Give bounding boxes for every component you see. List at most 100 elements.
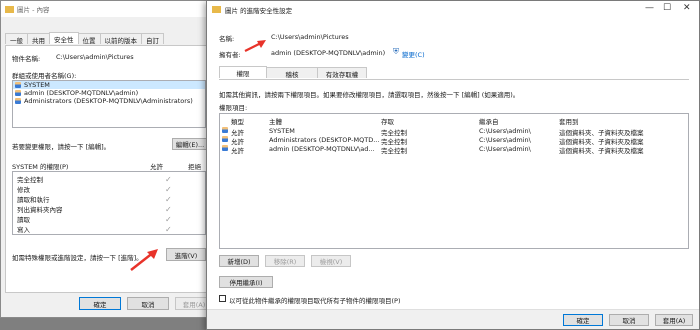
user-icon bbox=[15, 90, 21, 96]
dialog-footer: 確定 取消 套用(A) bbox=[207, 309, 699, 329]
properties-title: 圖片 - 內容 bbox=[17, 6, 50, 14]
col-type[interactable]: 類型 bbox=[231, 116, 244, 126]
col-principal[interactable]: 主體 bbox=[269, 116, 282, 126]
table-row[interactable]: 允許 Administrators (DESKTOP-MQTD... 完全控制 … bbox=[219, 136, 685, 146]
disable-inheritance-button[interactable]: 停用繼承(I) bbox=[219, 276, 273, 288]
table-row[interactable]: 允許 admin (DESKTOP-MQTDNLV\ad... 完全控制 C:\… bbox=[219, 145, 685, 155]
row-applies: 這個資料夾、子資料夾及檔案 bbox=[559, 147, 644, 155]
apply-button[interactable]: 套用(A) bbox=[655, 314, 693, 326]
folder-icon bbox=[5, 5, 14, 13]
advanced-hint: 如需特殊權限或進階設定，請按一下 [進階]。 bbox=[12, 254, 143, 262]
row-principal: Administrators (DESKTOP-MQTD... bbox=[269, 136, 380, 144]
entries-label: 權限項目: bbox=[219, 104, 248, 112]
list-item[interactable]: Administrators (DESKTOP-MQTDNLV\Administ… bbox=[13, 97, 205, 105]
tab-previous-versions[interactable]: 以前的版本 bbox=[99, 33, 142, 45]
advanced-tabs: 權限 稽核 有效存取權 bbox=[219, 66, 367, 79]
row-inherited: C:\Users\admin\ bbox=[479, 127, 531, 135]
tab-divider bbox=[219, 79, 689, 80]
object-name-label: 物件名稱: bbox=[12, 55, 41, 63]
minimize-icon[interactable]: — bbox=[645, 3, 654, 13]
users-group-icon bbox=[15, 98, 21, 104]
check-icon: ✓ bbox=[165, 224, 172, 234]
view-button[interactable]: 檢視(V) bbox=[311, 255, 351, 267]
cancel-button[interactable]: 取消 bbox=[609, 314, 649, 326]
tab-customize[interactable]: 自訂 bbox=[141, 33, 164, 45]
perm-row: 修改 ✓ bbox=[17, 184, 201, 195]
properties-tabs: 一般 共用 安全性 位置 以前的版本 自訂 bbox=[5, 32, 164, 45]
tab-location[interactable]: 位置 bbox=[77, 33, 101, 45]
perm-header: SYSTEM 的權限(P) bbox=[12, 163, 69, 171]
row-principal: admin (DESKTOP-MQTDNLV\ad... bbox=[269, 145, 375, 153]
permissions-list: 完全控制 ✓ 修改 ✓ 讀取和執行 ✓ 列出資料夾內容 ✓ 讀取 ✓ 寫入 ✓ bbox=[12, 171, 206, 235]
user-icon bbox=[15, 82, 21, 88]
change-owner-link[interactable]: 變更(C) bbox=[402, 49, 425, 59]
tab-effective-access[interactable]: 有效存取權 bbox=[317, 67, 367, 79]
check-icon: ✓ bbox=[165, 204, 172, 214]
replace-checkbox[interactable] bbox=[219, 295, 226, 302]
info-text: 如需其他資訊，請按兩下權限項目。如果要修改權限項目，請選取項目，然後按一下 [編… bbox=[219, 91, 520, 99]
col-applies[interactable]: 套用到 bbox=[559, 116, 579, 126]
col-inherited[interactable]: 繼承自 bbox=[479, 116, 499, 126]
properties-window: 圖片 - 內容 一般 共用 安全性 位置 以前的版本 自訂 物件名稱: C:\U… bbox=[0, 0, 214, 318]
user-name: SYSTEM bbox=[24, 81, 50, 89]
perm-label: 修改 bbox=[17, 186, 30, 194]
user-icon bbox=[222, 127, 228, 133]
name-label: 名稱: bbox=[219, 35, 235, 43]
owner-value: admin (DESKTOP-MQTDNLV\admin) bbox=[271, 49, 386, 57]
properties-titlebar: 圖片 - 內容 bbox=[1, 1, 213, 17]
table-row[interactable]: 允許 SYSTEM 完全控制 C:\Users\admin\ 這個資料夾、子資料… bbox=[219, 127, 685, 137]
perm-label: 完全控制 bbox=[17, 176, 43, 184]
cancel-button[interactable]: 取消 bbox=[127, 297, 169, 310]
object-name-value: C:\Users\admin\Pictures bbox=[56, 53, 134, 61]
remove-button[interactable]: 移除(R) bbox=[265, 255, 305, 267]
user-name: Administrators (DESKTOP-MQTDNLV\Administ… bbox=[24, 97, 193, 105]
change-hint: 若要變更權限，請按一下 [編輯]。 bbox=[12, 143, 111, 151]
row-access: 完全控制 bbox=[381, 147, 407, 155]
perm-row: 列出資料夾內容 ✓ bbox=[17, 204, 201, 215]
groups-label: 群組或使用者名稱(G): bbox=[12, 72, 77, 80]
replace-checkbox-label: 以可從此物件繼承的權限項目取代所有子物件的權限項目(P) bbox=[229, 297, 401, 305]
check-icon: ✓ bbox=[165, 214, 172, 224]
close-icon[interactable]: ✕ bbox=[683, 3, 691, 13]
perm-label: 讀取 bbox=[17, 216, 30, 224]
security-panel: 物件名稱: C:\Users\admin\Pictures 群組或使用者名稱(G… bbox=[5, 45, 209, 293]
row-principal: SYSTEM bbox=[269, 127, 295, 135]
users-listbox[interactable]: SYSTEM admin (DESKTOP-MQTDNLV\admin) Adm… bbox=[12, 80, 206, 128]
tab-security[interactable]: 安全性 bbox=[49, 32, 79, 44]
ok-button[interactable]: 確定 bbox=[79, 297, 121, 310]
perm-label: 列出資料夾內容 bbox=[17, 206, 63, 214]
check-icon: ✓ bbox=[165, 174, 172, 184]
row-inherited: C:\Users\admin\ bbox=[479, 145, 531, 153]
ok-button[interactable]: 確定 bbox=[563, 314, 603, 326]
list-item[interactable]: admin (DESKTOP-MQTDNLV\admin) bbox=[13, 89, 205, 97]
check-icon: ✓ bbox=[165, 194, 172, 204]
tab-general[interactable]: 一般 bbox=[5, 33, 28, 45]
shield-icon: ⛨ bbox=[393, 47, 399, 56]
maximize-icon[interactable]: ☐ bbox=[663, 3, 671, 13]
add-button[interactable]: 新增(D) bbox=[219, 255, 259, 267]
folder-icon bbox=[212, 6, 221, 13]
grid-header: 類型 主體 存取 繼承自 套用到 bbox=[219, 114, 685, 126]
tab-permissions[interactable]: 權限 bbox=[219, 66, 267, 78]
user-icon bbox=[222, 145, 228, 151]
tab-sharing[interactable]: 共用 bbox=[27, 33, 50, 45]
perm-row: 讀取和執行 ✓ bbox=[17, 194, 201, 205]
row-inherited: C:\Users\admin\ bbox=[479, 136, 531, 144]
advanced-button[interactable]: 進階(V) bbox=[166, 248, 206, 261]
annotation-arrow-icon bbox=[244, 40, 266, 52]
advanced-titlebar: 圖片 的進階安全性設定 bbox=[207, 1, 699, 18]
name-value: C:\Users\admin\Pictures bbox=[271, 33, 349, 41]
edit-button[interactable]: 編輯(E)... bbox=[172, 138, 208, 150]
perm-row: 讀取 ✓ bbox=[17, 214, 201, 225]
perm-label: 讀取和執行 bbox=[17, 196, 50, 204]
advanced-title: 圖片 的進階安全性設定 bbox=[225, 6, 293, 15]
list-item[interactable]: SYSTEM bbox=[13, 81, 205, 89]
tab-auditing[interactable]: 稽核 bbox=[266, 67, 318, 79]
users-group-icon bbox=[222, 136, 228, 142]
allow-header: 允許 bbox=[150, 163, 163, 171]
perm-row: 完全控制 ✓ bbox=[17, 174, 201, 185]
row-type: 允許 bbox=[231, 147, 244, 155]
owner-label: 擁有者: bbox=[219, 51, 241, 59]
check-icon: ✓ bbox=[165, 184, 172, 194]
col-access[interactable]: 存取 bbox=[381, 116, 394, 126]
